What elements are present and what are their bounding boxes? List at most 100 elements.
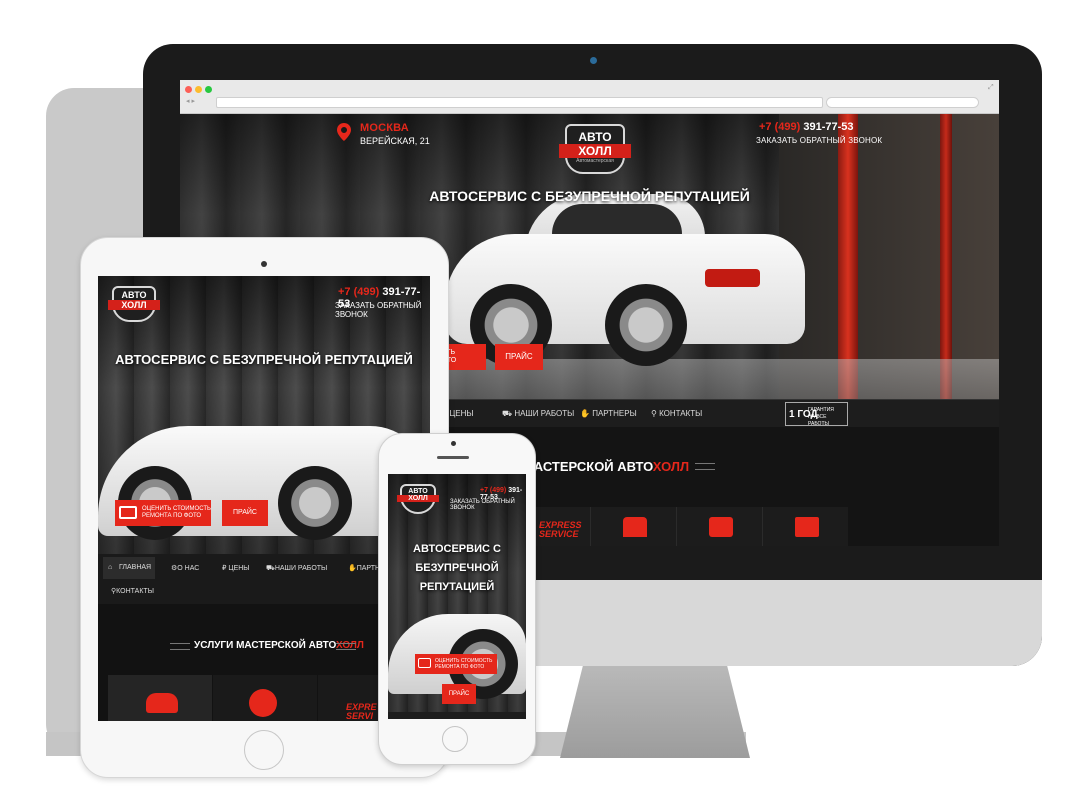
service-tile-first-aid[interactable]: [590, 507, 676, 546]
services-title-text: АВТО: [617, 459, 653, 474]
car-body-icon: [146, 693, 178, 713]
fullscreen-icon[interactable]: ⤢: [988, 84, 994, 92]
logo-text: ХОЛЛ: [559, 144, 631, 158]
car-icon: ⛟: [502, 409, 513, 418]
ipad-camera: [261, 261, 267, 267]
browser-toolbar: ◂ ▸ ⤢: [180, 80, 999, 114]
logo-text: АВТО: [578, 130, 612, 144]
nav-item-label: ПАРТНЕРЫ: [592, 409, 637, 418]
nav-item-contacts[interactable]: ⚲КОНТАКТЫ: [111, 587, 154, 595]
iphone-home-button[interactable]: [442, 726, 468, 752]
logo-text: ХОЛЛ: [397, 495, 439, 502]
photo-estimate-button[interactable]: ОЦЕНИТЬ СТОИМОСТЬ РЕМОНТА ПО ФОТО: [415, 654, 497, 674]
hero-headline: АВТОСЕРВИС С БЕЗУПРЕЧНОЙ РЕПУТАЦИЕЙ: [388, 540, 526, 597]
nav-item-label: ЦЕНЫ: [449, 409, 474, 418]
title-decoration: [170, 643, 190, 650]
iphone-camera: [451, 441, 456, 446]
street-label: ВЕРЕЙСКАЯ, 21: [360, 136, 430, 146]
callback-link[interactable]: ЗАКАЗАТЬ ОБРАТНЫЙ ЗВОНОК: [756, 136, 882, 145]
nav-item-label: ГЛАВНАЯ: [119, 564, 152, 571]
nav-item-label: КОНТАКТЫ: [116, 588, 154, 595]
url-bar[interactable]: [216, 97, 823, 108]
imac-stand: [560, 666, 750, 758]
nav-item-label: О НАС: [177, 565, 200, 572]
location-pin-icon: [337, 123, 351, 141]
hero-headline: АВТОСЕРВИС С БЕЗУПРЕЧНОЙ РЕПУТАЦИЕЙ: [115, 352, 413, 367]
headline-line: БЕЗУПРЕЧНОЙ РЕПУТАЦИЕЙ: [415, 562, 499, 593]
camera-icon: [418, 658, 431, 668]
guarantee-text: ГАРАНТИЯ НА ВСЕ РАБОТЫ: [808, 407, 834, 427]
phone-prefix: +7 (499): [759, 121, 801, 133]
logo[interactable]: АВТО ХОЛЛ Автомастерская: [559, 124, 631, 174]
price-button[interactable]: ПРАЙС: [442, 684, 476, 704]
phone-number[interactable]: +7 (499) 391-77-53: [759, 121, 854, 133]
tire-icon: [249, 689, 277, 717]
handshake-icon: ✋: [580, 409, 590, 418]
logo-text: АВТО: [121, 290, 147, 300]
back-forward-icon[interactable]: ◂ ▸: [186, 97, 195, 105]
express-service-logo: EXPRE SERVI: [346, 702, 377, 721]
nav-item-works[interactable]: ⛟НАШИ РАБОТЫ: [266, 564, 327, 573]
services-title: И МАСТЕРСКОЙ АВТОХОЛЛ: [510, 459, 689, 474]
wrench-icon: [709, 517, 733, 537]
home-icon: ⌂: [108, 564, 113, 571]
service-tile-wheels[interactable]: [213, 675, 317, 721]
price-button[interactable]: ПРАЙС: [495, 344, 543, 370]
service-tile-glass[interactable]: [762, 507, 848, 546]
phone-prefix: +7 (499): [338, 286, 380, 298]
title-decoration: [695, 463, 715, 470]
services-title-text: АВТО: [308, 640, 336, 651]
logo-text: АВТО: [408, 488, 428, 495]
first-aid-kit-icon: [623, 517, 647, 537]
hero-headline: АВТОСЕРВИС С БЕЗУПРЕЧНОЙ РЕПУТАЦИЕЙ: [429, 188, 750, 204]
services-title-text: ХОЛЛ: [652, 459, 690, 474]
callback-link[interactable]: ЗАКАЗАТЬ ОБРАТНЫЙ ЗВОНОК: [450, 499, 526, 511]
express-service-logo: EXPRESS SERVICE: [539, 520, 582, 539]
nav-item-label: ЦЕНЫ: [228, 565, 250, 572]
car-image: [552, 204, 682, 234]
hero-background: [779, 114, 999, 399]
photo-estimate-button[interactable]: ОЦЕНИТЬ СТОИМОСТЬ РЕМОНТА ПО ФОТО: [115, 500, 211, 526]
location-icon: ⚲: [651, 409, 657, 418]
price-button[interactable]: ПРАЙС: [222, 500, 268, 526]
hero-background: [940, 114, 952, 399]
nav-item-prices[interactable]: ₽ ЦЕНЫ: [222, 564, 250, 572]
button-label: ОЦЕНИТЬ СТОИМОСТЬ РЕМОНТА ПО ФОТО: [142, 506, 211, 519]
nav-item-about[interactable]: ⚙О НАС: [171, 564, 199, 572]
imac-camera: [590, 57, 597, 64]
handshake-icon: ✋: [348, 565, 357, 572]
iphone-speaker: [437, 456, 469, 459]
browser-search[interactable]: [826, 97, 979, 108]
guarantee-badge: 1 ГОД ГАРАНТИЯ НА ВСЕ РАБОТЫ: [785, 402, 848, 427]
phone-screen: АВТО ХОЛЛ +7 (499) 391-77-53 ЗАКАЗАТЬ ОБ…: [388, 474, 526, 719]
nav-item-partners[interactable]: ✋ ПАРТНЕРЫ: [580, 409, 637, 418]
button-label: ОЦЕНИТЬ СТОИМОСТЬ РЕМОНТА ПО ФОТО: [435, 658, 493, 670]
car-wheel: [605, 284, 687, 366]
maximize-dot-icon[interactable]: [205, 86, 212, 93]
logo[interactable]: АВТО ХОЛЛ: [108, 286, 160, 322]
logo-subtitle: Автомастерская: [576, 158, 614, 164]
nav-item-home[interactable]: ⌂ ГЛАВНАЯ: [103, 557, 155, 579]
phone-prefix: +7 (499): [480, 487, 507, 494]
headline-line: АВТОСЕРВИС С: [413, 543, 501, 555]
car-image: [705, 269, 760, 287]
bottom-nav: [388, 712, 526, 719]
callback-link[interactable]: ЗАКАЗАТЬ ОБРАТНЫЙ ЗВОНОК: [335, 301, 430, 319]
title-decoration: [336, 643, 356, 650]
nav-item-works[interactable]: ⛟ НАШИ РАБОТЫ: [502, 409, 574, 419]
city-label: МОСКВА: [360, 122, 409, 134]
hero-background: [838, 114, 858, 399]
nav-item-label: КОНТАКТЫ: [659, 409, 703, 418]
car-wheel: [278, 466, 352, 540]
nav-item-label: НАШИ РАБОТЫ: [274, 565, 328, 572]
ipad-home-button[interactable]: [244, 730, 284, 770]
service-tile-tools[interactable]: [676, 507, 762, 546]
windshield-icon: [795, 517, 819, 537]
logo-text: ХОЛЛ: [108, 300, 160, 310]
close-dot-icon[interactable]: [185, 86, 192, 93]
nav-item-contacts[interactable]: ⚲ КОНТАКТЫ: [651, 409, 702, 418]
services-title-text: УСЛУГИ МАСТЕРСКОЙ: [194, 640, 309, 651]
minimize-dot-icon[interactable]: [195, 86, 202, 93]
service-tile-body[interactable]: [108, 675, 212, 721]
camera-icon: [119, 506, 137, 519]
